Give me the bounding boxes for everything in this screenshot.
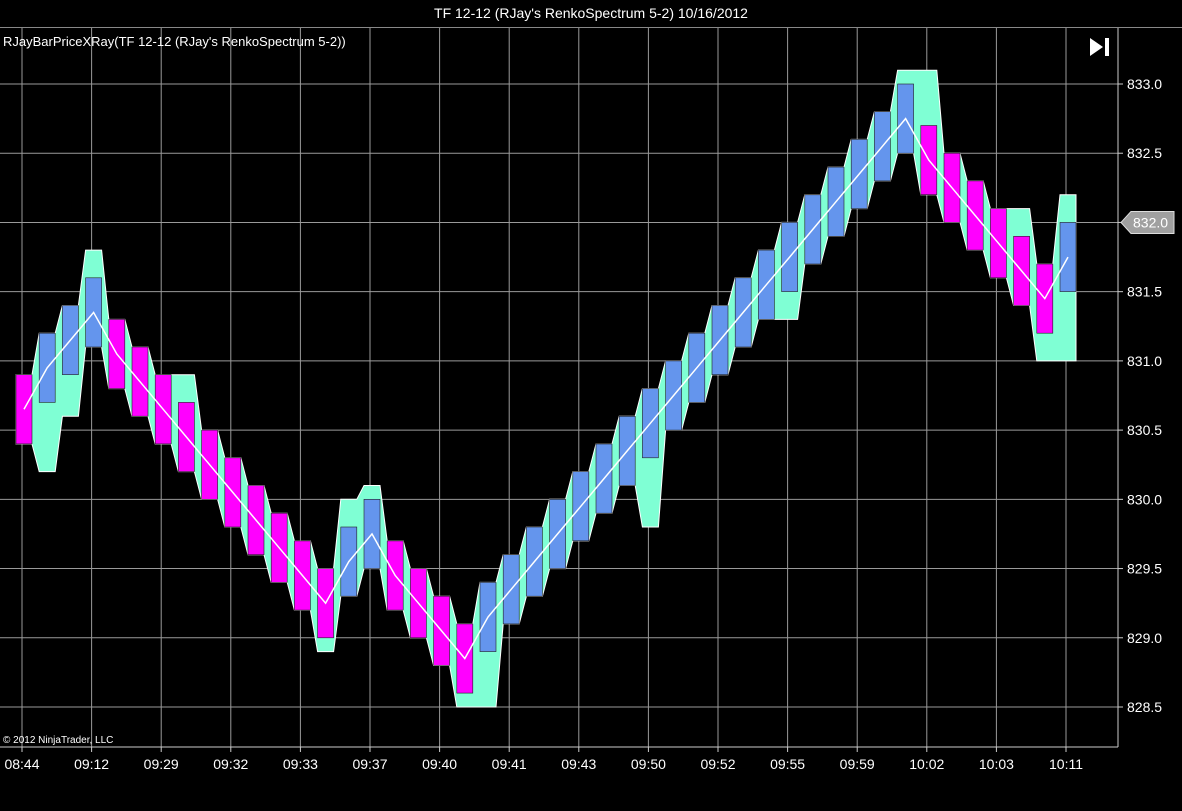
band-area [15, 69, 1077, 708]
skip-to-end-icon[interactable] [1086, 36, 1112, 58]
x-tick-label: 09:12 [74, 756, 109, 772]
down-bar [15, 374, 33, 445]
x-tick-label: 10:11 [1049, 756, 1083, 772]
x-tick-label: 09:29 [144, 756, 179, 772]
y-tick-label: 830.5 [1127, 422, 1162, 438]
x-tick-label: 09:59 [840, 756, 875, 772]
x-tick-label: 09:55 [770, 756, 805, 772]
y-tick-label: 833.0 [1127, 76, 1162, 92]
x-tick-label: 09:43 [561, 756, 596, 772]
x-tick-label: 09:41 [492, 756, 527, 772]
up-bar [1059, 222, 1077, 292]
indicator-label: RJayBarPriceXRay(TF 12-12 (RJay's RenkoS… [3, 34, 346, 49]
x-tick-label: 09:33 [283, 756, 318, 772]
x-tick-label: 08:44 [4, 756, 39, 772]
y-tick-label: 829.5 [1127, 561, 1162, 577]
last-price-marker: 832.0 [1120, 210, 1175, 234]
y-tick-label: 831.0 [1127, 353, 1162, 369]
x-tick-label: 09:37 [352, 756, 387, 772]
copyright-text: © 2012 NinjaTrader, LLC [3, 735, 114, 746]
last-price-label: 832.0 [1133, 214, 1168, 230]
price-band [15, 69, 1077, 708]
y-tick-label: 828.5 [1127, 699, 1162, 715]
x-axis-ticks: 08:44 09:12 09:29 09:32 09:33 09:37 09:40 09:41… [4, 747, 1083, 772]
y-tick-label: 831.5 [1127, 284, 1162, 300]
x-tick-label: 09:40 [422, 756, 457, 772]
x-tick-label: 10:03 [979, 756, 1014, 772]
y-tick-label: 829.0 [1127, 630, 1162, 646]
renko-chart[interactable]: 833.0 832.5 832.0 831.5 831.0 830.5 830.0 829.5… [0, 0, 1182, 811]
x-tick-label: 10:02 [909, 756, 944, 772]
y-tick-label: 832.5 [1127, 145, 1162, 161]
x-tick-label: 09:32 [213, 756, 248, 772]
x-tick-label: 09:52 [700, 756, 735, 772]
y-axis-ticks: 833.0832.5832.0831.5831.0830.5830.0829.5… [1118, 76, 1162, 715]
x-tick-label: 09:50 [631, 756, 666, 772]
y-tick-label: 830.0 [1127, 491, 1162, 507]
